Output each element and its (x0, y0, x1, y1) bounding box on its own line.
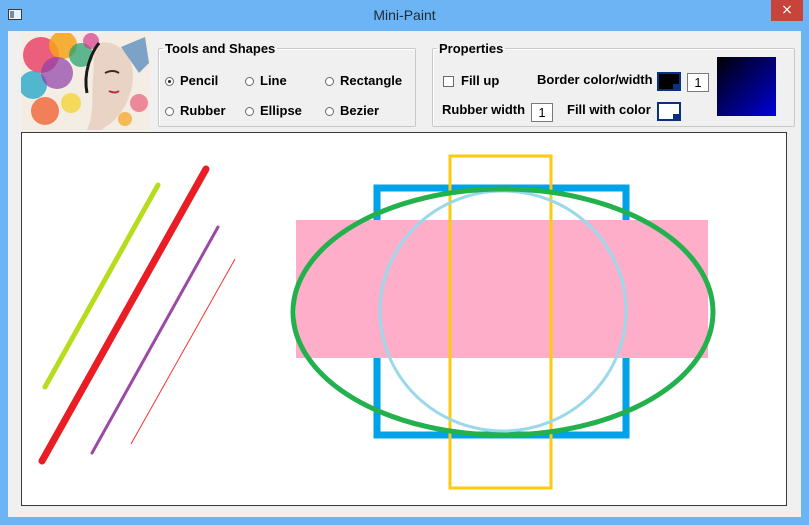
toolbar: Tools and Shapes Pencil Line Rectangle R… (8, 31, 801, 130)
line-radio[interactable] (245, 77, 254, 86)
red-pencil-stroke (38, 165, 210, 465)
artwork-logo-image (21, 33, 150, 130)
bezier-radio[interactable] (325, 107, 334, 116)
window-title: Mini-Paint (373, 7, 436, 23)
drawing-canvas[interactable] (21, 132, 787, 506)
gradient-color-preview[interactable] (717, 57, 776, 116)
fill-with-color-label: Fill with color (567, 102, 651, 117)
tools-and-shapes-group: Tools and Shapes Pencil Line Rectangle R… (158, 41, 416, 127)
fill-up-label[interactable]: Fill up (461, 73, 499, 88)
border-color-button[interactable] (657, 72, 681, 91)
fill-up-checkbox[interactable] (443, 76, 454, 87)
pencil-radio[interactable] (165, 77, 174, 86)
rubber-radio[interactable] (165, 107, 174, 116)
line-label[interactable]: Line (260, 73, 287, 88)
rubber-width-label: Rubber width (442, 102, 526, 117)
client-area: Tools and Shapes Pencil Line Rectangle R… (8, 31, 801, 517)
rubber-width-field[interactable]: 1 (531, 103, 553, 122)
ellipse-label[interactable]: Ellipse (260, 103, 302, 118)
close-button[interactable]: × (771, 0, 803, 21)
pencil-label[interactable]: Pencil (180, 73, 218, 88)
bezier-label[interactable]: Bezier (340, 103, 379, 118)
main-window: Mini-Paint × Tools and Shapes Pencil Lin… (0, 0, 809, 525)
title-bar[interactable]: Mini-Paint × (0, 0, 809, 31)
tools-group-legend: Tools and Shapes (165, 41, 276, 56)
rubber-label[interactable]: Rubber (180, 103, 226, 118)
properties-group-legend: Properties (439, 41, 504, 56)
pink-filled-rectangle (296, 220, 708, 358)
border-color-width-label: Border color/width (537, 72, 653, 87)
border-width-field[interactable]: 1 (687, 73, 709, 92)
rectangle-radio[interactable] (325, 77, 334, 86)
rectangle-label[interactable]: Rectangle (340, 73, 402, 88)
ellipse-radio[interactable] (245, 107, 254, 116)
fill-color-button[interactable] (657, 102, 681, 121)
